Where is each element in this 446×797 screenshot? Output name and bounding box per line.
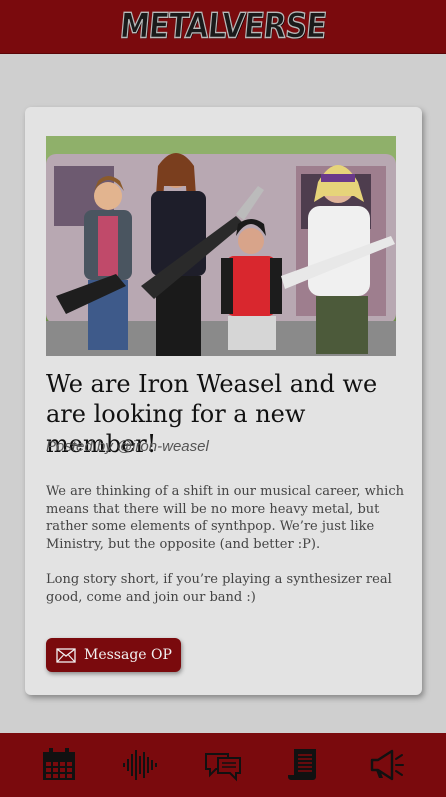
top-bar: METALVERSE	[0, 0, 446, 54]
post-card: We are Iron Weasel and we are looking fo…	[25, 107, 422, 695]
envelope-icon	[56, 647, 76, 663]
calendar-icon	[43, 748, 75, 780]
megaphone-icon	[370, 749, 404, 781]
post-paragraph: We are thinking of a shift in our musica…	[46, 484, 404, 552]
chat-bubbles-icon	[205, 753, 241, 782]
post-body: We are thinking of a shift in our musica…	[46, 483, 406, 624]
nav-chat[interactable]	[201, 743, 245, 787]
post-author[interactable]: Posted by @iron-weasel	[46, 438, 209, 455]
nav-calendar[interactable]	[37, 743, 81, 787]
band-photo	[46, 136, 396, 356]
app-logo[interactable]: METALVERSE	[118, 6, 329, 48]
message-op-button[interactable]: Message OP	[46, 638, 181, 672]
soundwave-icon	[123, 750, 157, 780]
message-op-label: Message OP	[84, 647, 172, 663]
nav-posts[interactable]	[283, 743, 327, 787]
nav-announcements[interactable]	[365, 743, 409, 787]
nav-music[interactable]	[119, 743, 163, 787]
post-paragraph: Long story short, if you’re playing a sy…	[46, 572, 392, 605]
bottom-nav	[0, 733, 446, 797]
scroll-icon	[288, 749, 316, 780]
